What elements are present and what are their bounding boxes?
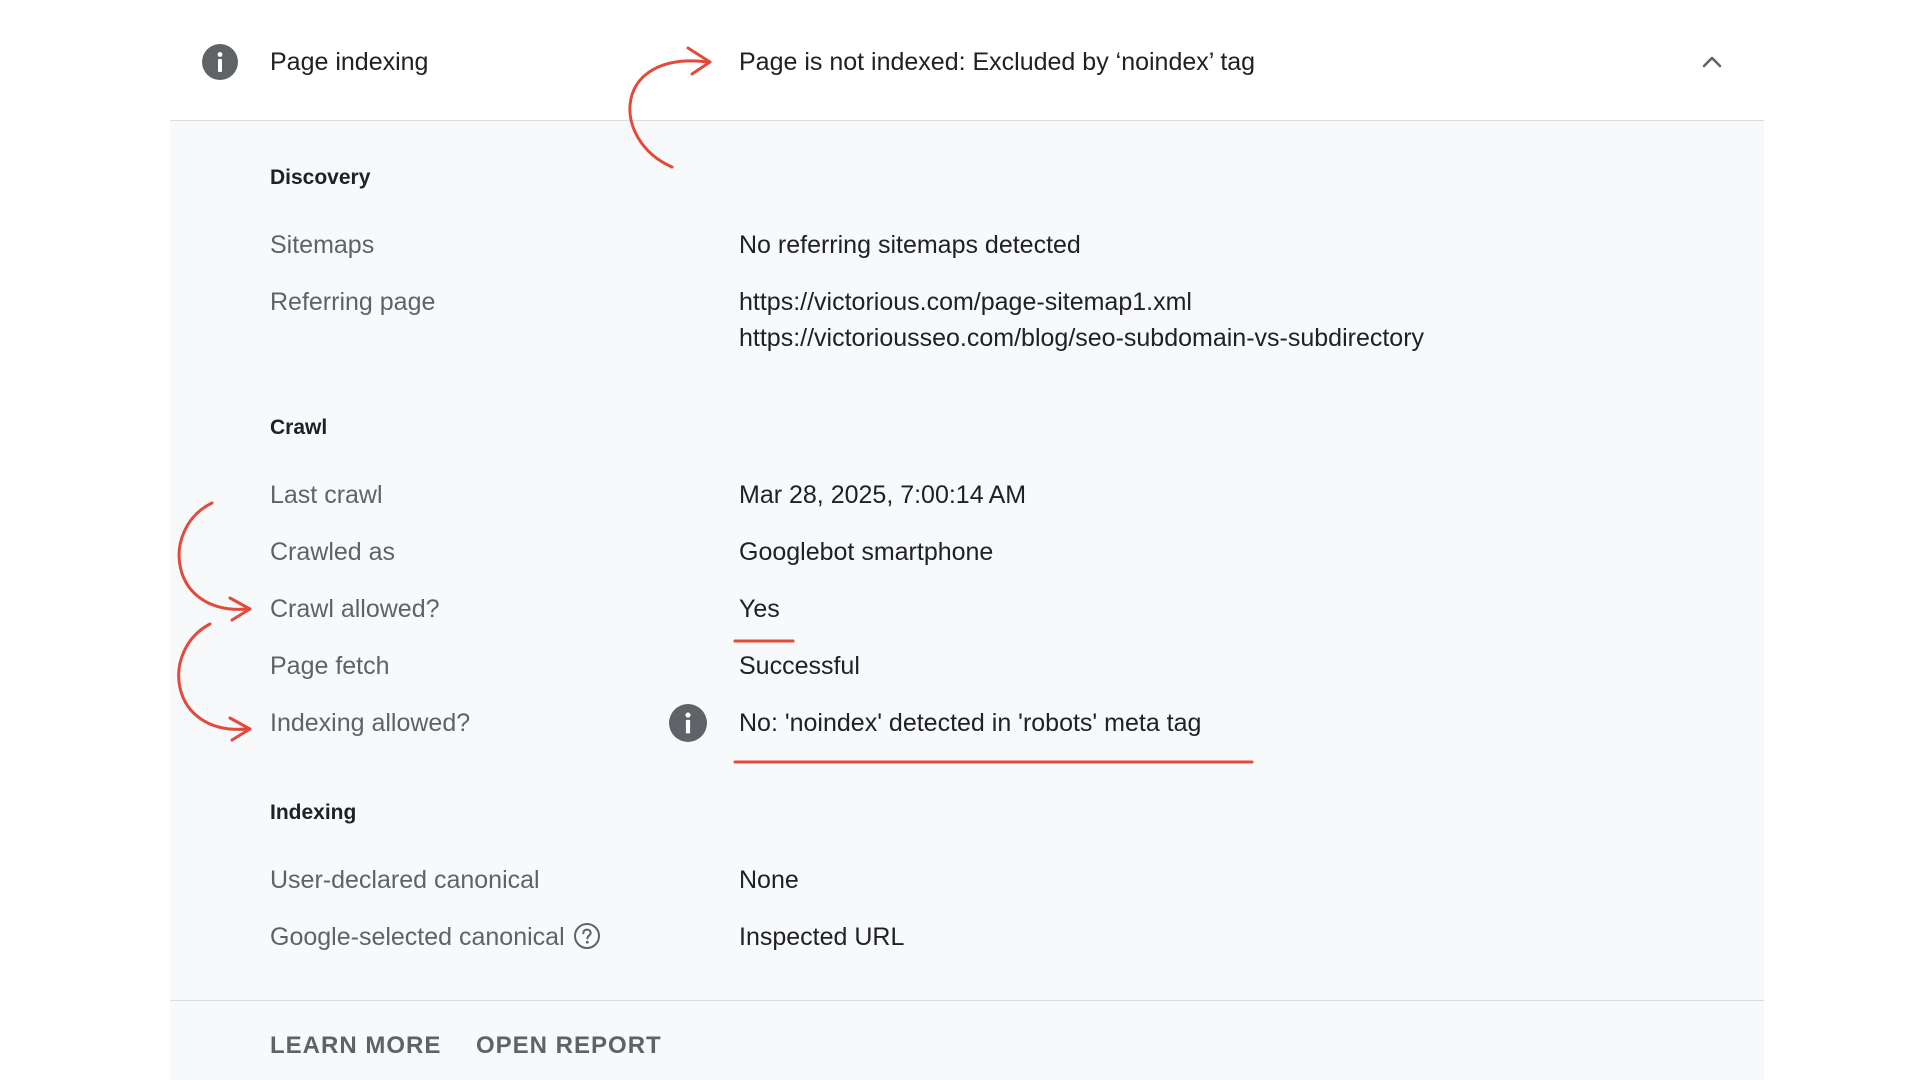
page-indexing-title: Page indexing (270, 48, 429, 76)
label-crawl-allowed: Crawl allowed? (270, 595, 440, 623)
learn-more-button[interactable]: LEARN MORE (270, 1029, 441, 1063)
section-title-indexing: Indexing (270, 801, 357, 824)
chevron-up-icon[interactable] (1694, 44, 1730, 80)
indexing-status-text: Page is not indexed: Excluded by ‘noinde… (739, 48, 1256, 76)
label-user-declared-canonical: User-declared canonical (270, 866, 540, 894)
value-referring-page-1: https://victorious.com/page-sitemap1.xml (739, 288, 1192, 316)
value-indexing-allowed: No: 'noindex' detected in 'robots' meta … (739, 709, 1202, 737)
url-inspection-page: Page indexing Page is not indexed: Exclu… (0, 0, 1920, 1080)
label-google-selected-canonical: Google-selected canonical (270, 919, 601, 955)
value-user-declared-canonical: None (739, 866, 799, 894)
section-title-discovery: Discovery (270, 166, 371, 189)
value-crawl-allowed: Yes (739, 595, 780, 623)
value-crawled-as: Googlebot smartphone (739, 538, 994, 566)
info-icon[interactable] (669, 704, 707, 742)
value-referring-page-2: https://victoriousseo.com/blog/seo-subdo… (739, 324, 1425, 352)
info-icon (202, 44, 238, 80)
label-indexing-allowed: Indexing allowed? (270, 709, 471, 737)
label-last-crawl: Last crawl (270, 481, 383, 509)
page-indexing-header[interactable]: Page indexing Page is not indexed: Exclu… (170, 0, 1764, 121)
label-referring-page: Referring page (270, 288, 436, 316)
value-page-fetch: Successful (739, 652, 860, 680)
help-circle-icon[interactable] (573, 922, 601, 950)
label-crawled-as: Crawled as (270, 538, 396, 566)
label-page-fetch: Page fetch (270, 652, 390, 680)
open-report-button[interactable]: OPEN REPORT (476, 1029, 662, 1063)
google-canonical-label-text: Google-selected canonical (270, 923, 565, 951)
value-sitemaps: No referring sitemaps detected (739, 231, 1081, 259)
section-title-crawl: Crawl (270, 416, 328, 439)
value-last-crawl: Mar 28, 2025, 7:00:14 AM (739, 481, 1027, 509)
card-footer: LEARN MORE OPEN REPORT (170, 1000, 1764, 1080)
details-panel: Discovery Sitemaps No referring sitemaps… (170, 121, 1764, 1000)
value-google-selected-canonical: Inspected URL (739, 923, 905, 951)
label-sitemaps: Sitemaps (270, 231, 375, 259)
